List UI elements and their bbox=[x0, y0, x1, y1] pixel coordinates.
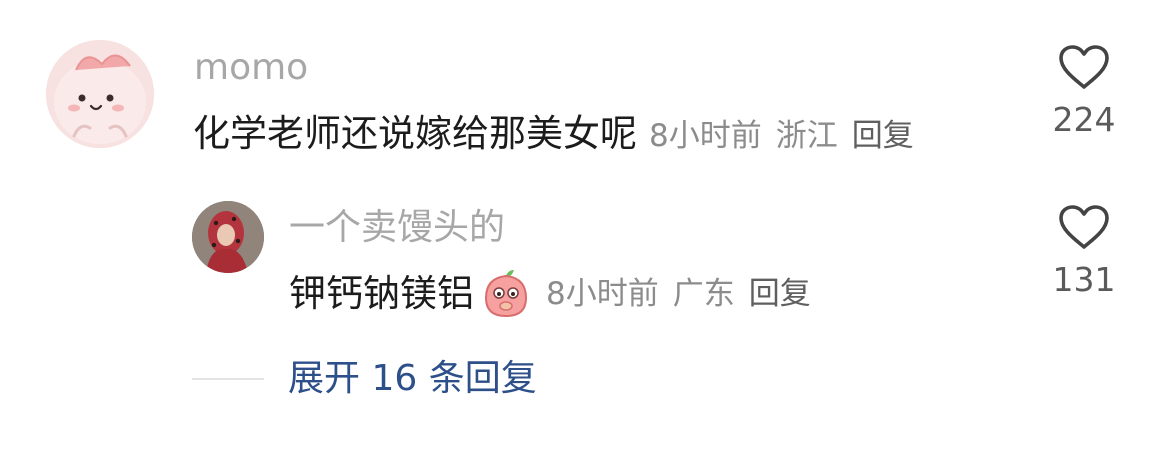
comment-reply-button[interactable]: 回复 bbox=[852, 112, 914, 160]
avatar[interactable] bbox=[46, 40, 154, 148]
heart-outline-icon bbox=[1059, 45, 1109, 89]
comment-like-button[interactable]: 224 bbox=[1044, 44, 1124, 140]
reply-reply-button[interactable]: 回复 bbox=[749, 270, 811, 318]
reply-like-button[interactable]: 131 bbox=[1044, 204, 1124, 300]
reply-username[interactable]: 一个卖馒头的 bbox=[289, 206, 505, 250]
reply-avatar[interactable] bbox=[192, 201, 264, 273]
comment-like-count: 224 bbox=[1052, 100, 1116, 139]
reply-like-count: 131 bbox=[1052, 260, 1116, 299]
heart-outline-icon bbox=[1059, 205, 1109, 249]
avatar-photo-icon bbox=[192, 201, 264, 273]
expand-divider bbox=[192, 378, 264, 380]
reply-location: 广东 bbox=[672, 276, 735, 312]
reply-body-line: 钾钙钠镁铝 8小时前 广东 回复 bbox=[289, 270, 811, 318]
comment-time: 8小时前 bbox=[649, 118, 762, 154]
avatar-cartoon-icon bbox=[46, 40, 154, 148]
peach-shy-face-icon bbox=[484, 270, 528, 318]
reply-text: 钾钙钠镁铝 bbox=[289, 272, 474, 315]
comment-text: 化学老师还说嫁给那美女呢 bbox=[193, 112, 637, 155]
comment-location: 浙江 bbox=[775, 118, 838, 154]
comment-body-line: 化学老师还说嫁给那美女呢 8小时前 浙江 回复 bbox=[193, 110, 914, 158]
reply-time: 8小时前 bbox=[546, 276, 659, 312]
comment-username[interactable]: momo bbox=[194, 46, 308, 90]
comment-thread: momo 化学老师还说嫁给那美女呢 8小时前 浙江 回复 224 一个卖馒头的 … bbox=[0, 0, 1170, 469]
expand-replies-button[interactable]: 展开 16 条回复 bbox=[288, 356, 537, 402]
